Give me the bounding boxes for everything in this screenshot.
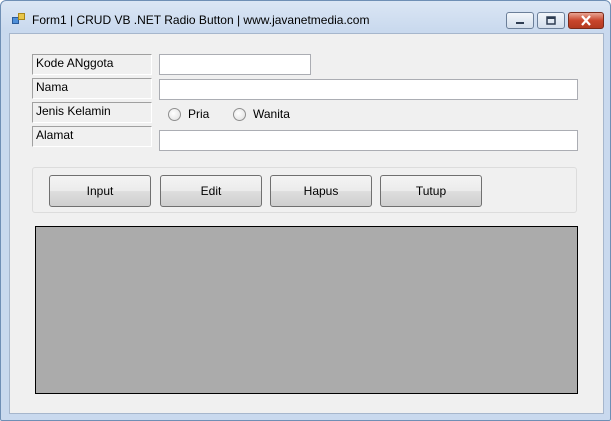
- input-button[interactable]: Input: [49, 175, 151, 207]
- tutup-button[interactable]: Tutup: [380, 175, 482, 207]
- maximize-button[interactable]: [537, 12, 565, 29]
- minimize-icon: [516, 22, 524, 24]
- title-bar[interactable]: Form1 | CRUD VB .NET Radio Button | www.…: [1, 1, 610, 32]
- data-grid-view[interactable]: [35, 226, 578, 394]
- close-button[interactable]: [568, 12, 604, 29]
- nama-input[interactable]: [159, 79, 578, 100]
- window-title: Form1 | CRUD VB .NET Radio Button | www.…: [32, 13, 370, 27]
- radio-pria-circle-icon[interactable]: [168, 107, 181, 121]
- radio-wanita[interactable]: Wanita: [233, 107, 290, 121]
- radio-wanita-label: Wanita: [253, 107, 290, 121]
- minimize-button[interactable]: [506, 12, 534, 29]
- maximize-icon: [546, 16, 556, 25]
- label-kode-anggota: Kode ANggota: [32, 54, 152, 75]
- radio-wanita-circle-icon[interactable]: [233, 107, 246, 121]
- close-icon: [581, 15, 591, 26]
- kode-anggota-input[interactable]: [159, 54, 311, 75]
- edit-button[interactable]: Edit: [160, 175, 262, 207]
- radio-pria[interactable]: Pria: [168, 107, 209, 121]
- alamat-input[interactable]: [159, 130, 578, 151]
- label-jenis-kelamin: Jenis Kelamin: [32, 102, 152, 123]
- radio-pria-label: Pria: [188, 107, 210, 121]
- app-icon: [12, 13, 25, 24]
- form-client-area: Kode ANggota Nama Jenis Kelamin Pria Wan…: [9, 33, 604, 414]
- hapus-button[interactable]: Hapus: [270, 175, 372, 207]
- label-alamat: Alamat: [32, 126, 152, 147]
- label-nama: Nama: [32, 78, 152, 99]
- main-window: Form1 | CRUD VB .NET Radio Button | www.…: [0, 0, 611, 421]
